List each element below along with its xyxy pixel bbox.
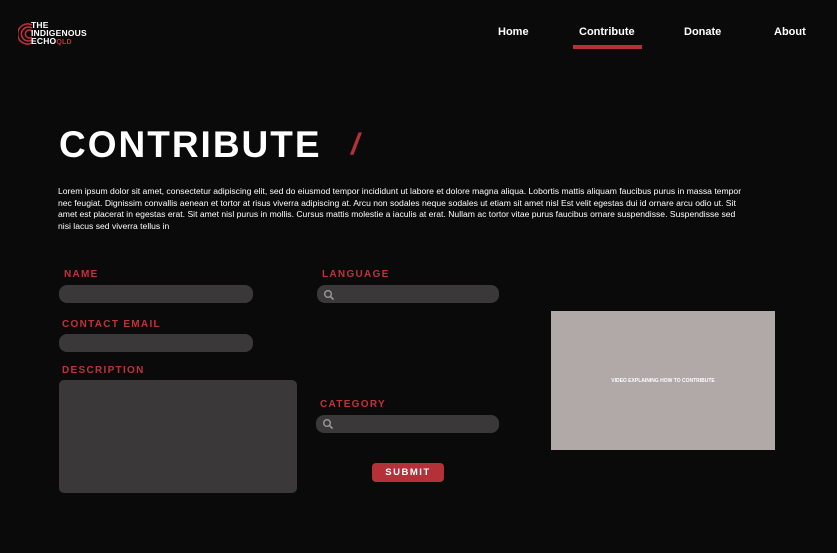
name-field[interactable] <box>59 285 253 303</box>
logo-text-echo-word: ECHO <box>31 36 57 46</box>
page-title: CONTRIBUTE <box>59 124 322 165</box>
video-caption: VIDEO EXPLAINING HOW TO CONTRIBUTE <box>611 377 715 384</box>
title-slash: / <box>351 128 360 161</box>
description-field[interactable] <box>59 380 297 493</box>
submit-button[interactable]: SUBMIT <box>372 463 444 482</box>
category-search-input[interactable] <box>316 415 499 433</box>
description-label: DESCRIPTION <box>62 365 145 376</box>
nav-donate[interactable]: Donate <box>684 26 721 38</box>
name-label: NAME <box>64 269 99 280</box>
site-logo[interactable]: THE INDIGENOUS ECHOQLD <box>18 21 108 49</box>
email-field[interactable] <box>59 334 253 352</box>
logo-text-echo: ECHOQLD <box>31 37 72 47</box>
video-player[interactable]: VIDEO EXPLAINING HOW TO CONTRIBUTE <box>551 311 775 450</box>
language-search-input[interactable] <box>317 285 499 303</box>
nav-home[interactable]: Home <box>498 26 529 38</box>
nav-active-indicator <box>573 45 642 49</box>
category-label: CATEGORY <box>320 399 386 410</box>
email-label: CONTACT EMAIL <box>62 319 161 330</box>
language-search-icon <box>324 290 335 301</box>
language-label: LANGUAGE <box>322 269 390 280</box>
logo-text-qld: QLD <box>56 39 72 46</box>
nav-contribute[interactable]: Contribute <box>579 26 635 38</box>
category-search-icon <box>323 419 334 430</box>
nav-about[interactable]: About <box>774 26 806 38</box>
intro-paragraph: Lorem ipsum dolor sit amet, consectetur … <box>58 186 742 231</box>
